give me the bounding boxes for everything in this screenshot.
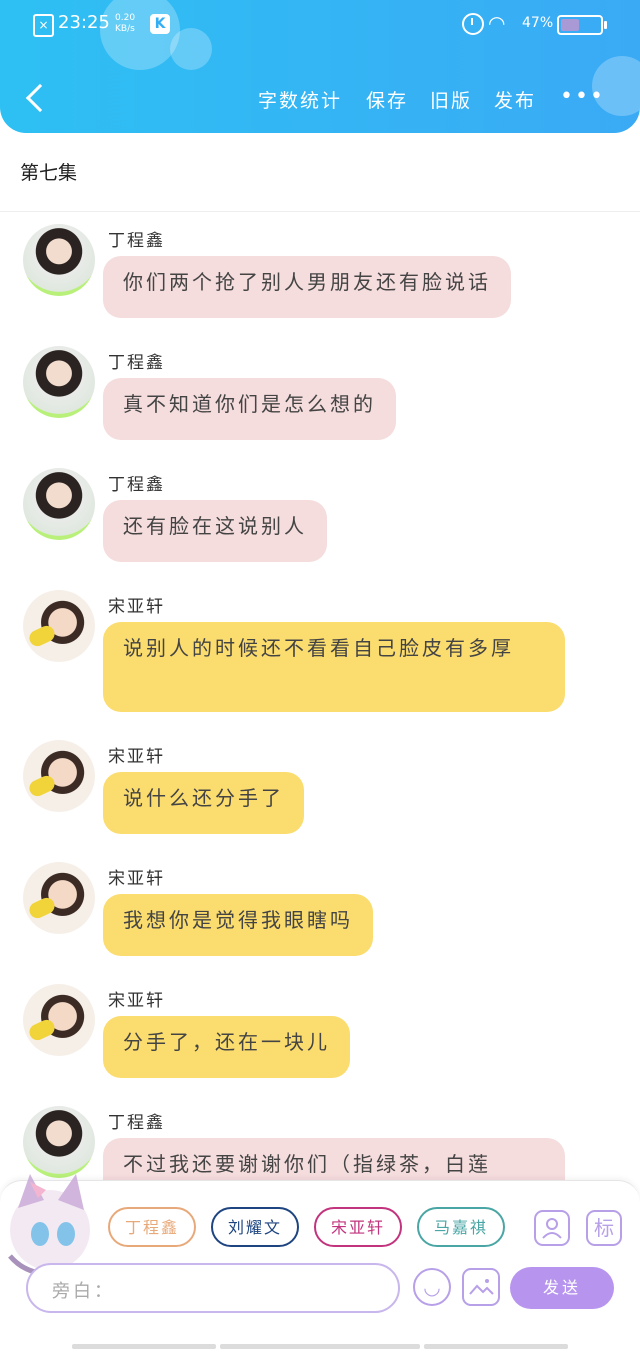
message-bubble[interactable]: 你们两个抢了别人男朋友还有脸说话 <box>103 256 511 318</box>
alarm-icon <box>462 13 484 35</box>
sender-name: 丁程鑫 <box>108 231 165 251</box>
app-badge-icon: K <box>150 14 170 34</box>
avatar[interactable] <box>23 224 95 296</box>
more-menu-button[interactable]: ••• <box>560 84 605 109</box>
gesture-bar <box>220 1344 420 1349</box>
character-chip[interactable]: 宋亚轩 <box>314 1207 402 1247</box>
emoji-icon[interactable]: ◡ <box>413 1268 451 1306</box>
sender-name: 丁程鑫 <box>108 1113 165 1133</box>
divider <box>0 211 640 212</box>
user-card-icon[interactable] <box>534 1210 570 1246</box>
narration-tag-button[interactable]: 标 <box>586 1210 622 1246</box>
avatar[interactable] <box>23 984 95 1056</box>
status-bar: × 23:25 0.20 KB/s K ◠ 47% <box>0 0 640 48</box>
message-bubble[interactable]: 说别人的时候还不看看自己脸皮有多厚 <box>103 622 565 712</box>
sender-name: 丁程鑫 <box>108 353 165 373</box>
publish-button[interactable]: 发布 <box>494 86 536 113</box>
header: × 23:25 0.20 KB/s K ◠ 47% 字数统计 保存 旧版 发布 … <box>0 0 640 133</box>
message-bubble[interactable]: 说什么还分手了 <box>103 772 304 834</box>
back-button[interactable] <box>20 80 54 120</box>
character-chip[interactable]: 马嘉祺 <box>417 1207 505 1247</box>
battery-fill <box>561 19 579 31</box>
sender-name: 宋亚轩 <box>108 991 165 1011</box>
network-speed-unit: KB/s <box>115 24 135 34</box>
user-card-icon-glyph <box>542 1218 562 1239</box>
battery-icon <box>557 15 607 35</box>
message-bubble[interactable]: 我想你是觉得我眼瞎吗 <box>103 894 373 956</box>
sender-name: 宋亚轩 <box>108 869 165 889</box>
sender-name: 丁程鑫 <box>108 475 165 495</box>
avatar[interactable] <box>23 862 95 934</box>
wifi-icon: ◠ <box>488 11 506 35</box>
status-time: 23:25 <box>58 12 110 33</box>
save-button[interactable]: 保存 <box>366 86 408 113</box>
gesture-bar <box>424 1344 568 1349</box>
nav-bar: 字数统计 保存 旧版 发布 ••• <box>0 70 640 130</box>
avatar[interactable] <box>23 740 95 812</box>
sender-name: 宋亚轩 <box>108 747 165 767</box>
sim-icon: × <box>33 14 54 37</box>
image-icon-glyph <box>469 1279 494 1295</box>
old-version-button[interactable]: 旧版 <box>430 86 472 113</box>
narration-input-placeholder: 旁白： <box>52 1281 115 1302</box>
battery-percent: 47% <box>522 15 554 31</box>
sender-name: 宋亚轩 <box>108 597 165 617</box>
network-speed-value: 0.20 <box>115 13 136 23</box>
message-bubble[interactable]: 真不知道你们是怎么想的 <box>103 378 396 440</box>
message-bubble[interactable]: 还有脸在这说别人 <box>103 500 327 562</box>
image-icon[interactable] <box>462 1268 500 1306</box>
character-chip[interactable]: 丁程鑫 <box>108 1207 196 1247</box>
gesture-bar <box>72 1344 216 1349</box>
word-count-button[interactable]: 字数统计 <box>258 86 342 113</box>
avatar[interactable] <box>23 346 95 418</box>
message-bubble[interactable]: 分手了，还在一块儿 <box>103 1016 350 1078</box>
character-chip[interactable]: 刘耀文 <box>211 1207 299 1247</box>
avatar[interactable] <box>23 468 95 540</box>
network-speed: 0.20 KB/s <box>115 13 135 35</box>
send-button[interactable]: 发送 <box>510 1267 614 1309</box>
episode-title[interactable]: 第七集 <box>20 158 77 185</box>
narration-input[interactable]: 旁白： <box>26 1263 400 1313</box>
avatar[interactable] <box>23 590 95 662</box>
